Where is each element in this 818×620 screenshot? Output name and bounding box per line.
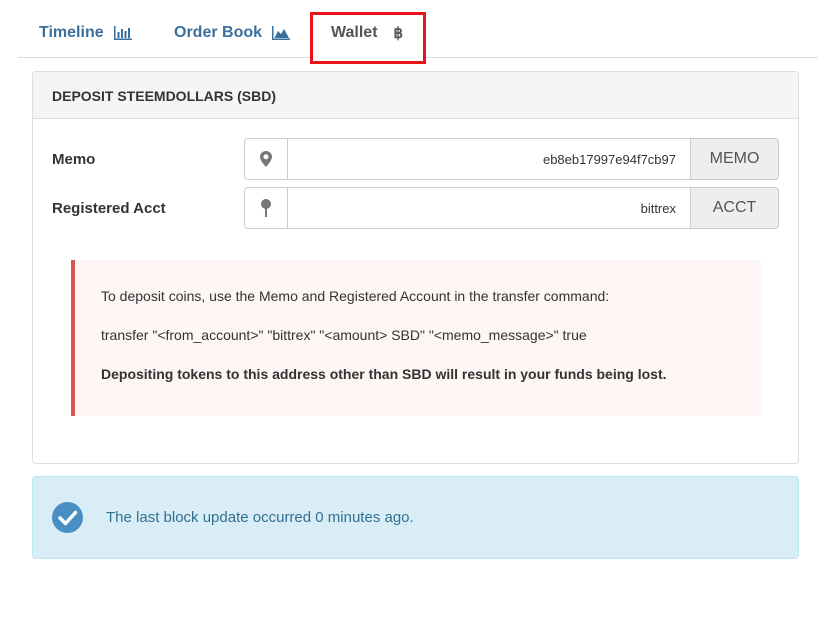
warning-text: Depositing tokens to this address other … [101,366,667,382]
account-field[interactable] [287,187,691,229]
area-chart-icon [272,26,291,40]
deposit-instructions: To deposit coins, use the Memo and Regis… [71,260,761,416]
account-input-group: ACCT [244,187,779,229]
transfer-command-text: transfer "<from_account>" "bittrex" "<am… [101,327,587,343]
account-row: Registered Acct ACCT [33,187,800,229]
deposit-panel: DEPOSIT STEEMDOLLARS (SBD) Memo MEMO Reg… [32,71,799,464]
map-marker-icon [244,138,287,180]
status-message: The last block update occurred 0 minutes… [106,509,414,526]
tab-order-book-label: Order Book [174,24,263,41]
nav-tabs: Timeline Order Book Wallet ฿ [18,0,818,64]
tab-wallet-label: Wallet [331,24,378,41]
tab-timeline[interactable]: Timeline [39,24,132,42]
tab-wallet[interactable]: Wallet ฿ [310,12,426,64]
instruction-text: To deposit coins, use the Memo and Regis… [101,288,610,304]
tab-timeline-label: Timeline [39,24,104,41]
account-addon: ACCT [691,187,779,229]
memo-label: Memo [52,151,96,168]
memo-input-group: MEMO [244,138,779,180]
tab-order-book[interactable]: Order Book [174,24,291,42]
status-alert: The last block update occurred 0 minutes… [32,476,799,559]
bitcoin-icon: ฿ [393,25,404,42]
bar-chart-icon [113,26,132,40]
memo-field[interactable] [287,138,691,180]
memo-addon: MEMO [691,138,779,180]
pushpin-icon [244,187,287,229]
check-circle-icon [52,502,83,533]
panel-heading: DEPOSIT STEEMDOLLARS (SBD) [33,72,798,119]
memo-row: Memo MEMO [33,138,800,180]
account-label: Registered Acct [52,200,166,217]
